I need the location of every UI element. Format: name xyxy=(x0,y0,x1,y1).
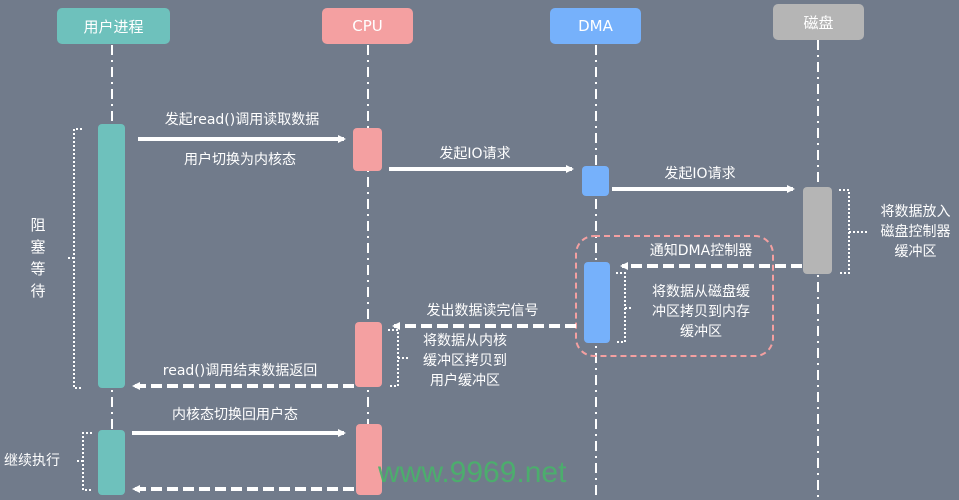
activation-cpu-syscall xyxy=(353,128,382,171)
note-char: 待 xyxy=(30,282,46,300)
message-label-kernel-switch: 用户切换为内核态 xyxy=(184,152,296,168)
bracket-continue-exec xyxy=(76,432,92,491)
note-line: 将数据从内核 xyxy=(423,333,507,349)
activation-dma-copy xyxy=(584,262,610,343)
note-line: 冲区拷贝到内存 xyxy=(652,304,750,320)
participant-dma: DMA xyxy=(550,8,641,44)
note-line: 缓冲区 xyxy=(680,324,722,340)
bracket-disk-note xyxy=(839,189,868,274)
participant-label: 用户进程 xyxy=(83,17,144,36)
note-dma-copy: 将数据从磁盘缓 冲区拷贝到内存 缓冲区 xyxy=(636,282,766,342)
participant-label: DMA xyxy=(578,17,613,35)
note-cpu-copy: 将数据从内核 缓冲区拷贝到 用户缓冲区 xyxy=(410,331,520,391)
activation-user-blocking xyxy=(98,124,125,388)
participant-cpu: CPU xyxy=(322,8,413,44)
participant-disk: 磁盘 xyxy=(773,4,864,40)
note-line: 将数据从磁盘缓 xyxy=(652,284,750,300)
message-label-io-request-dma: 发起IO请求 xyxy=(664,166,736,182)
participant-user-process: 用户进程 xyxy=(57,8,170,44)
note-line: 缓冲区拷贝到 xyxy=(423,353,507,369)
participant-label: 磁盘 xyxy=(803,13,834,32)
note-char: 阻 xyxy=(30,216,46,234)
message-label-user-switch: 内核态切换回用户态 xyxy=(172,407,298,423)
message-label-read-call: 发起read()调用读取数据 xyxy=(164,112,320,128)
sequence-diagram: 用户进程 CPU DMA 磁盘 发起read()调用读取数据 用户切换为内核态 … xyxy=(0,0,959,500)
note-line: 缓冲区 xyxy=(894,244,937,260)
activation-dma-request xyxy=(582,166,609,196)
participant-label: CPU xyxy=(352,17,383,35)
note-char: 塞 xyxy=(30,238,46,256)
bracket-dma-note xyxy=(616,272,632,343)
note-line: 用户缓冲区 xyxy=(430,373,500,389)
note-line: 磁盘控制器 xyxy=(880,224,951,240)
note-continue-exec: 继续执行 xyxy=(4,453,60,469)
note-disk-buffer: 将数据放入 磁盘控制器 缓冲区 xyxy=(868,202,959,262)
message-label-read-return: read()调用结束数据返回 xyxy=(162,363,318,379)
bracket-cpu-note xyxy=(388,329,408,387)
note-blocking-wait: 阻塞等待 xyxy=(30,214,46,302)
note-char: 等 xyxy=(30,260,46,278)
activation-disk xyxy=(803,187,832,274)
bracket-blocking-wait xyxy=(66,128,82,389)
activation-user-continue xyxy=(98,430,125,495)
watermark: www.9969.net xyxy=(378,456,567,489)
message-label-notify-dma: 通知DMA控制器 xyxy=(649,243,753,259)
activation-cpu-copy xyxy=(355,322,382,387)
message-label-io-request-cpu: 发起IO请求 xyxy=(439,146,511,162)
message-label-read-done: 发出数据读完信号 xyxy=(426,303,539,319)
note-line: 将数据放入 xyxy=(880,204,951,220)
